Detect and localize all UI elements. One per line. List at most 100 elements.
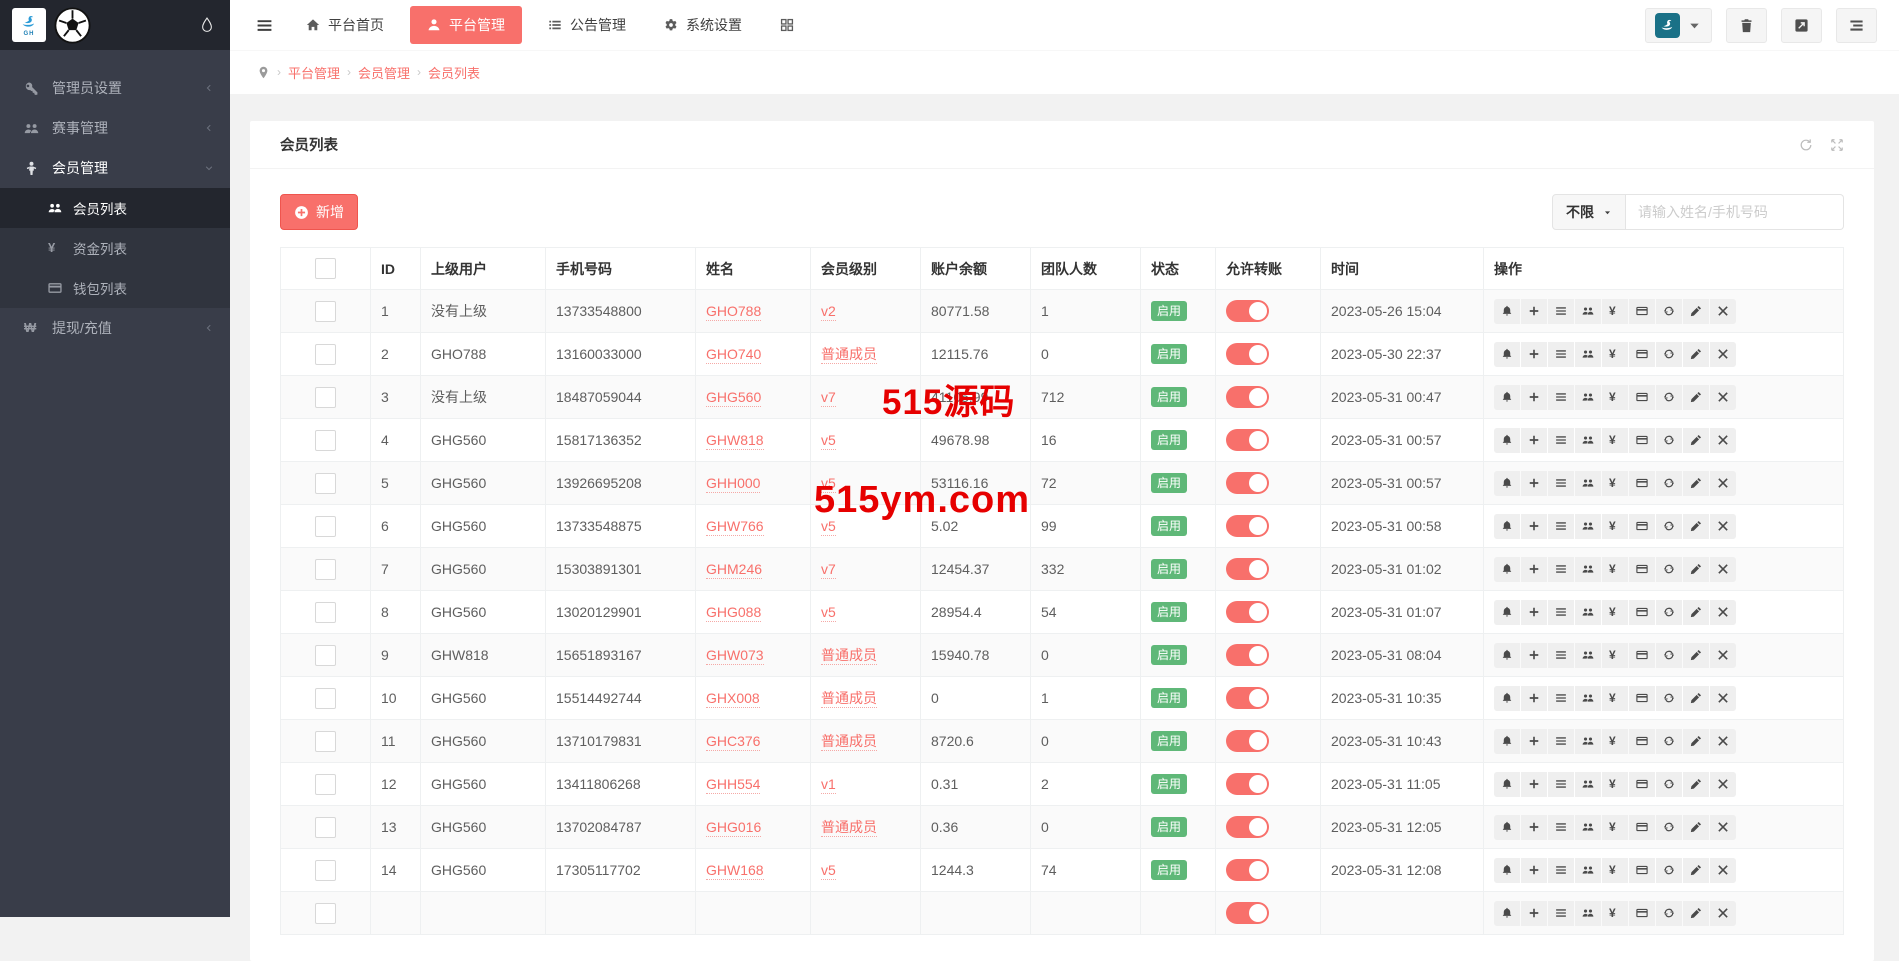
op-users-button[interactable] [1575, 686, 1601, 711]
member-level-link[interactable]: v7 [821, 389, 836, 407]
op-bell-button[interactable] [1494, 428, 1520, 453]
op-yen-button[interactable]: ¥ [1602, 557, 1628, 582]
op-card-button[interactable] [1629, 428, 1655, 453]
transfer-toggle[interactable] [1226, 773, 1269, 795]
op-pencil-button[interactable] [1683, 342, 1709, 367]
external-link-button[interactable] [1781, 8, 1822, 43]
op-card-button[interactable] [1629, 514, 1655, 539]
op-yen-button[interactable]: ¥ [1602, 901, 1628, 926]
op-bell-button[interactable] [1494, 643, 1520, 668]
op-close-button[interactable] [1710, 600, 1736, 625]
op-users-button[interactable] [1575, 385, 1601, 410]
member-name-link[interactable]: GHH554 [706, 776, 760, 794]
op-plus-button[interactable] [1521, 729, 1547, 754]
sidebar-item-funds-list[interactable]: ¥资金列表 [0, 228, 230, 268]
op-bars-button[interactable] [1548, 643, 1574, 668]
op-close-button[interactable] [1710, 643, 1736, 668]
op-yen-button[interactable]: ¥ [1602, 385, 1628, 410]
sidebar-item-admin-settings[interactable]: 管理员设置 [0, 68, 230, 108]
member-level-link[interactable]: v5 [821, 432, 836, 450]
member-name-link[interactable]: GHO740 [706, 346, 761, 364]
op-close-button[interactable] [1710, 772, 1736, 797]
breadcrumb-member-admin[interactable]: 会员管理 [358, 63, 410, 82]
op-users-button[interactable] [1575, 901, 1601, 926]
op-yen-button[interactable]: ¥ [1602, 600, 1628, 625]
row-checkbox[interactable] [315, 903, 336, 924]
op-bell-button[interactable] [1494, 858, 1520, 883]
row-checkbox[interactable] [315, 774, 336, 795]
op-users-button[interactable] [1575, 299, 1601, 324]
op-pencil-button[interactable] [1683, 772, 1709, 797]
op-yen-button[interactable]: ¥ [1602, 815, 1628, 840]
op-card-button[interactable] [1629, 299, 1655, 324]
nav-apps-grid[interactable] [761, 0, 813, 50]
op-plus-button[interactable] [1521, 858, 1547, 883]
transfer-toggle[interactable] [1226, 558, 1269, 580]
op-plus-button[interactable] [1521, 299, 1547, 324]
row-checkbox[interactable] [315, 559, 336, 580]
member-level-link[interactable]: v1 [821, 776, 836, 794]
op-close-button[interactable] [1710, 729, 1736, 754]
refresh-icon[interactable] [1799, 138, 1813, 152]
op-bell-button[interactable] [1494, 471, 1520, 496]
op-card-button[interactable] [1629, 342, 1655, 367]
op-recycle-button[interactable] [1656, 600, 1682, 625]
op-card-button[interactable] [1629, 557, 1655, 582]
row-checkbox[interactable] [315, 731, 336, 752]
op-yen-button[interactable]: ¥ [1602, 428, 1628, 453]
transfer-toggle[interactable] [1226, 859, 1269, 881]
sidebar-item-member-management[interactable]: 会员管理 [0, 148, 230, 188]
member-name-link[interactable]: GHW818 [706, 432, 764, 450]
op-users-button[interactable] [1575, 342, 1601, 367]
op-bars-button[interactable] [1548, 471, 1574, 496]
op-pencil-button[interactable] [1683, 600, 1709, 625]
op-bell-button[interactable] [1494, 772, 1520, 797]
op-bars-button[interactable] [1548, 729, 1574, 754]
op-recycle-button[interactable] [1656, 557, 1682, 582]
op-recycle-button[interactable] [1656, 514, 1682, 539]
transfer-toggle[interactable] [1226, 644, 1269, 666]
op-card-button[interactable] [1629, 901, 1655, 926]
op-recycle-button[interactable] [1656, 643, 1682, 668]
op-users-button[interactable] [1575, 557, 1601, 582]
op-bell-button[interactable] [1494, 514, 1520, 539]
op-bars-button[interactable] [1548, 901, 1574, 926]
hamburger-menu-icon[interactable] [256, 17, 273, 34]
op-bars-button[interactable] [1548, 686, 1574, 711]
op-plus-button[interactable] [1521, 342, 1547, 367]
row-checkbox[interactable] [315, 645, 336, 666]
op-pencil-button[interactable] [1683, 471, 1709, 496]
op-bell-button[interactable] [1494, 299, 1520, 324]
op-pencil-button[interactable] [1683, 514, 1709, 539]
op-users-button[interactable] [1575, 643, 1601, 668]
op-card-button[interactable] [1629, 385, 1655, 410]
op-card-button[interactable] [1629, 729, 1655, 754]
nav-platform-home[interactable]: 平台首页 [287, 0, 403, 50]
fullscreen-icon[interactable] [1830, 138, 1844, 152]
op-pencil-button[interactable] [1683, 901, 1709, 926]
search-input[interactable] [1626, 194, 1844, 230]
add-button[interactable]: 新增 [280, 194, 358, 230]
op-pencil-button[interactable] [1683, 299, 1709, 324]
op-users-button[interactable] [1575, 858, 1601, 883]
op-yen-button[interactable]: ¥ [1602, 299, 1628, 324]
op-bars-button[interactable] [1548, 342, 1574, 367]
op-bars-button[interactable] [1548, 600, 1574, 625]
op-users-button[interactable] [1575, 600, 1601, 625]
transfer-toggle[interactable] [1226, 472, 1269, 494]
member-name-link[interactable]: GHO788 [706, 303, 761, 321]
op-bars-button[interactable] [1548, 385, 1574, 410]
op-close-button[interactable] [1710, 385, 1736, 410]
op-pencil-button[interactable] [1683, 643, 1709, 668]
op-yen-button[interactable]: ¥ [1602, 858, 1628, 883]
filter-dropdown[interactable]: 不限 [1552, 194, 1626, 230]
member-name-link[interactable]: GHG560 [706, 389, 761, 407]
op-bars-button[interactable] [1548, 514, 1574, 539]
member-level-link[interactable]: 普通成员 [821, 647, 877, 665]
member-level-link[interactable]: 普通成员 [821, 819, 877, 837]
op-pencil-button[interactable] [1683, 686, 1709, 711]
op-bars-button[interactable] [1548, 428, 1574, 453]
transfer-toggle[interactable] [1226, 515, 1269, 537]
op-close-button[interactable] [1710, 299, 1736, 324]
sidebar-item-event-management[interactable]: 赛事管理 [0, 108, 230, 148]
